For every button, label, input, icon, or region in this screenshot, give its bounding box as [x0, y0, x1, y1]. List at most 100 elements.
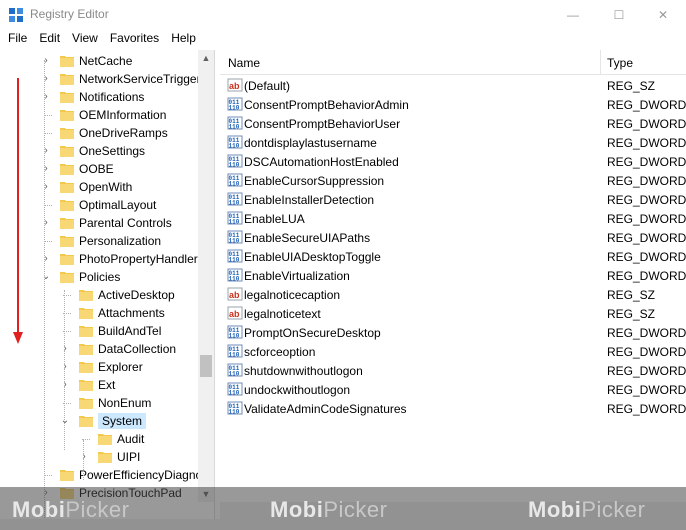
registry-values-list[interactable]: Name Type ab (Default) REG_SZ 011 110 Consent… — [220, 50, 686, 530]
value-name: legalnoticecaption — [244, 288, 341, 302]
tree-item[interactable]: › OpenWith — [0, 178, 198, 196]
chevron-down-icon[interactable]: ⌄ — [40, 271, 52, 283]
tree-item[interactable]: Attachments — [0, 304, 198, 322]
tree-item[interactable]: › DataCollection — [0, 340, 198, 358]
chevron-right-icon[interactable]: › — [40, 163, 52, 175]
watermark-logo: MobiPicker — [12, 497, 130, 522]
chevron-right-icon[interactable]: › — [59, 361, 71, 373]
list-item[interactable]: 011 110 EnableInstallerDetection REG_DWORD — [220, 190, 686, 209]
list-item[interactable]: ab (Default) REG_SZ — [220, 76, 686, 95]
tree-item[interactable]: › Ext — [0, 376, 198, 394]
tree-item-label: Audit — [117, 432, 145, 446]
tree-item-label: ActiveDesktop — [98, 288, 175, 302]
maximize-button[interactable]: ☐ — [596, 0, 642, 30]
list-item[interactable]: ab legalnoticecaption REG_SZ — [220, 285, 686, 304]
tree-item[interactable]: › UIPI — [0, 448, 198, 466]
menu-file[interactable]: File — [4, 30, 31, 49]
chevron-right-icon[interactable]: › — [40, 55, 52, 67]
chevron-right-icon[interactable]: › — [59, 379, 71, 391]
list-item[interactable]: 011 110 EnableCursorSuppression REG_DWORD — [220, 171, 686, 190]
folder-icon — [60, 182, 74, 193]
list-item[interactable]: 011 110 EnableUIADesktopToggle REG_DWORD — [220, 247, 686, 266]
tree-item-label: Notifications — [79, 90, 145, 104]
value-type: REG_DWORD — [607, 174, 686, 188]
column-header-name[interactable]: Name — [220, 50, 601, 75]
scroll-up-icon[interactable]: ▲ — [198, 50, 214, 66]
list-item[interactable]: 011 110 EnableSecureUIAPaths REG_DWORD — [220, 228, 686, 247]
tree-item-label: NonEnum — [98, 396, 152, 410]
list-item[interactable]: 011 110 EnableLUA REG_DWORD — [220, 209, 686, 228]
tree-item[interactable]: PowerEfficiencyDiagnostics — [0, 466, 214, 484]
svg-text:110: 110 — [229, 219, 240, 226]
svg-text:110: 110 — [229, 390, 240, 397]
list-item[interactable]: 011 110 dontdisplaylastusername REG_DWORD — [220, 133, 686, 152]
tree-item[interactable]: › NetworkServiceTriggers — [0, 70, 206, 88]
tree-item[interactable]: › PhotoPropertyHandler — [0, 250, 198, 268]
tree-item[interactable]: Personalization — [0, 232, 198, 250]
tree-item-label: NetworkServiceTriggers — [79, 72, 207, 86]
svg-text:110: 110 — [229, 257, 240, 264]
folder-icon — [98, 452, 112, 463]
close-button[interactable]: ✕ — [640, 0, 686, 30]
tree-item[interactable]: › Explorer — [0, 358, 198, 376]
tree-item[interactable]: NonEnum — [0, 394, 198, 412]
value-name: DSCAutomationHostEnabled — [244, 155, 399, 169]
svg-text:110: 110 — [229, 143, 240, 150]
chevron-right-icon[interactable]: › — [40, 181, 52, 193]
value-name: dontdisplaylastusername — [244, 136, 377, 150]
list-item[interactable]: 011 110 ValidateAdminCodeSignatures REG_DWO… — [220, 399, 686, 418]
list-item[interactable]: 011 110 PromptOnSecureDesktop REG_DWORD — [220, 323, 686, 342]
list-item[interactable]: 011 110 ConsentPromptBehaviorUser REG_DWORD — [220, 114, 686, 133]
folder-icon — [79, 380, 93, 391]
list-item[interactable]: ab legalnoticetext REG_SZ — [220, 304, 686, 323]
tree-item[interactable]: › NetCache — [0, 52, 198, 70]
value-name: shutdownwithoutlogon — [244, 364, 363, 378]
list-item[interactable]: 011 110 ConsentPromptBehaviorAdmin REG_DWOR… — [220, 95, 686, 114]
list-item[interactable]: 011 110 scforceoption REG_DWORD — [220, 342, 686, 361]
column-header-type[interactable]: Type — [602, 50, 686, 75]
chevron-down-icon[interactable]: ⌄ — [59, 415, 71, 427]
tree-item[interactable]: ⌄ System — [0, 412, 198, 430]
registry-key-tree[interactable]: › NetCache › NetworkServiceTriggers › Notific… — [0, 50, 215, 530]
list-item[interactable]: 011 110 DSCAutomationHostEnabled REG_DWORD — [220, 152, 686, 171]
list-item[interactable]: 011 110 EnableVirtualization REG_DWORD — [220, 266, 686, 285]
tree-item[interactable]: › Parental Controls — [0, 214, 198, 232]
chevron-right-icon[interactable]: › — [40, 217, 52, 229]
value-type: REG_DWORD — [607, 136, 686, 150]
value-name: EnableInstallerDetection — [244, 193, 375, 207]
menu-edit[interactable]: Edit — [35, 30, 64, 49]
tree-item[interactable]: ⌄ Policies — [0, 268, 198, 286]
tree-item-label: Attachments — [98, 306, 165, 320]
value-name: EnableSecureUIAPaths — [244, 231, 371, 245]
tree-scroll-thumb[interactable] — [200, 355, 212, 377]
tree-item-label: OOBE — [79, 162, 114, 176]
tree-item[interactable]: OptimalLayout — [0, 196, 198, 214]
chevron-right-icon[interactable]: › — [40, 91, 52, 103]
tree-item-label: Parental Controls — [79, 216, 172, 230]
tree-item[interactable]: Audit — [0, 430, 198, 448]
tree-item-label: Explorer — [98, 360, 143, 374]
list-item[interactable]: 011 110 undockwithoutlogon REG_DWORD — [220, 380, 686, 399]
chevron-right-icon[interactable]: › — [40, 145, 52, 157]
menu-help[interactable]: Help — [167, 30, 200, 49]
tree-item[interactable]: OEMInformation — [0, 106, 198, 124]
tree-vertical-scrollbar[interactable]: ▲ ▼ — [198, 50, 214, 502]
tree-item[interactable]: OneDriveRamps — [0, 124, 198, 142]
tree-item[interactable]: ActiveDesktop — [0, 286, 198, 304]
tree-item[interactable]: › Notifications — [0, 88, 198, 106]
tree-item[interactable]: BuildAndTel — [0, 322, 198, 340]
window-title: Registry Editor — [30, 7, 109, 21]
chevron-right-icon[interactable]: › — [78, 451, 90, 463]
chevron-right-icon[interactable]: › — [40, 73, 52, 85]
menu-favorites[interactable]: Favorites — [106, 30, 163, 49]
minimize-button[interactable]: — — [550, 0, 596, 30]
chevron-right-icon[interactable]: › — [40, 253, 52, 265]
tree-item-label: OEMInformation — [79, 108, 167, 122]
close-icon: ✕ — [657, 8, 669, 22]
list-item[interactable]: 011 110 shutdownwithoutlogon REG_DWORD — [220, 361, 686, 380]
value-type: REG_DWORD — [607, 212, 686, 226]
tree-item[interactable]: › OOBE — [0, 160, 198, 178]
tree-item[interactable]: › OneSettings — [0, 142, 198, 160]
menu-view[interactable]: View — [68, 30, 102, 49]
chevron-right-icon[interactable]: › — [59, 343, 71, 355]
